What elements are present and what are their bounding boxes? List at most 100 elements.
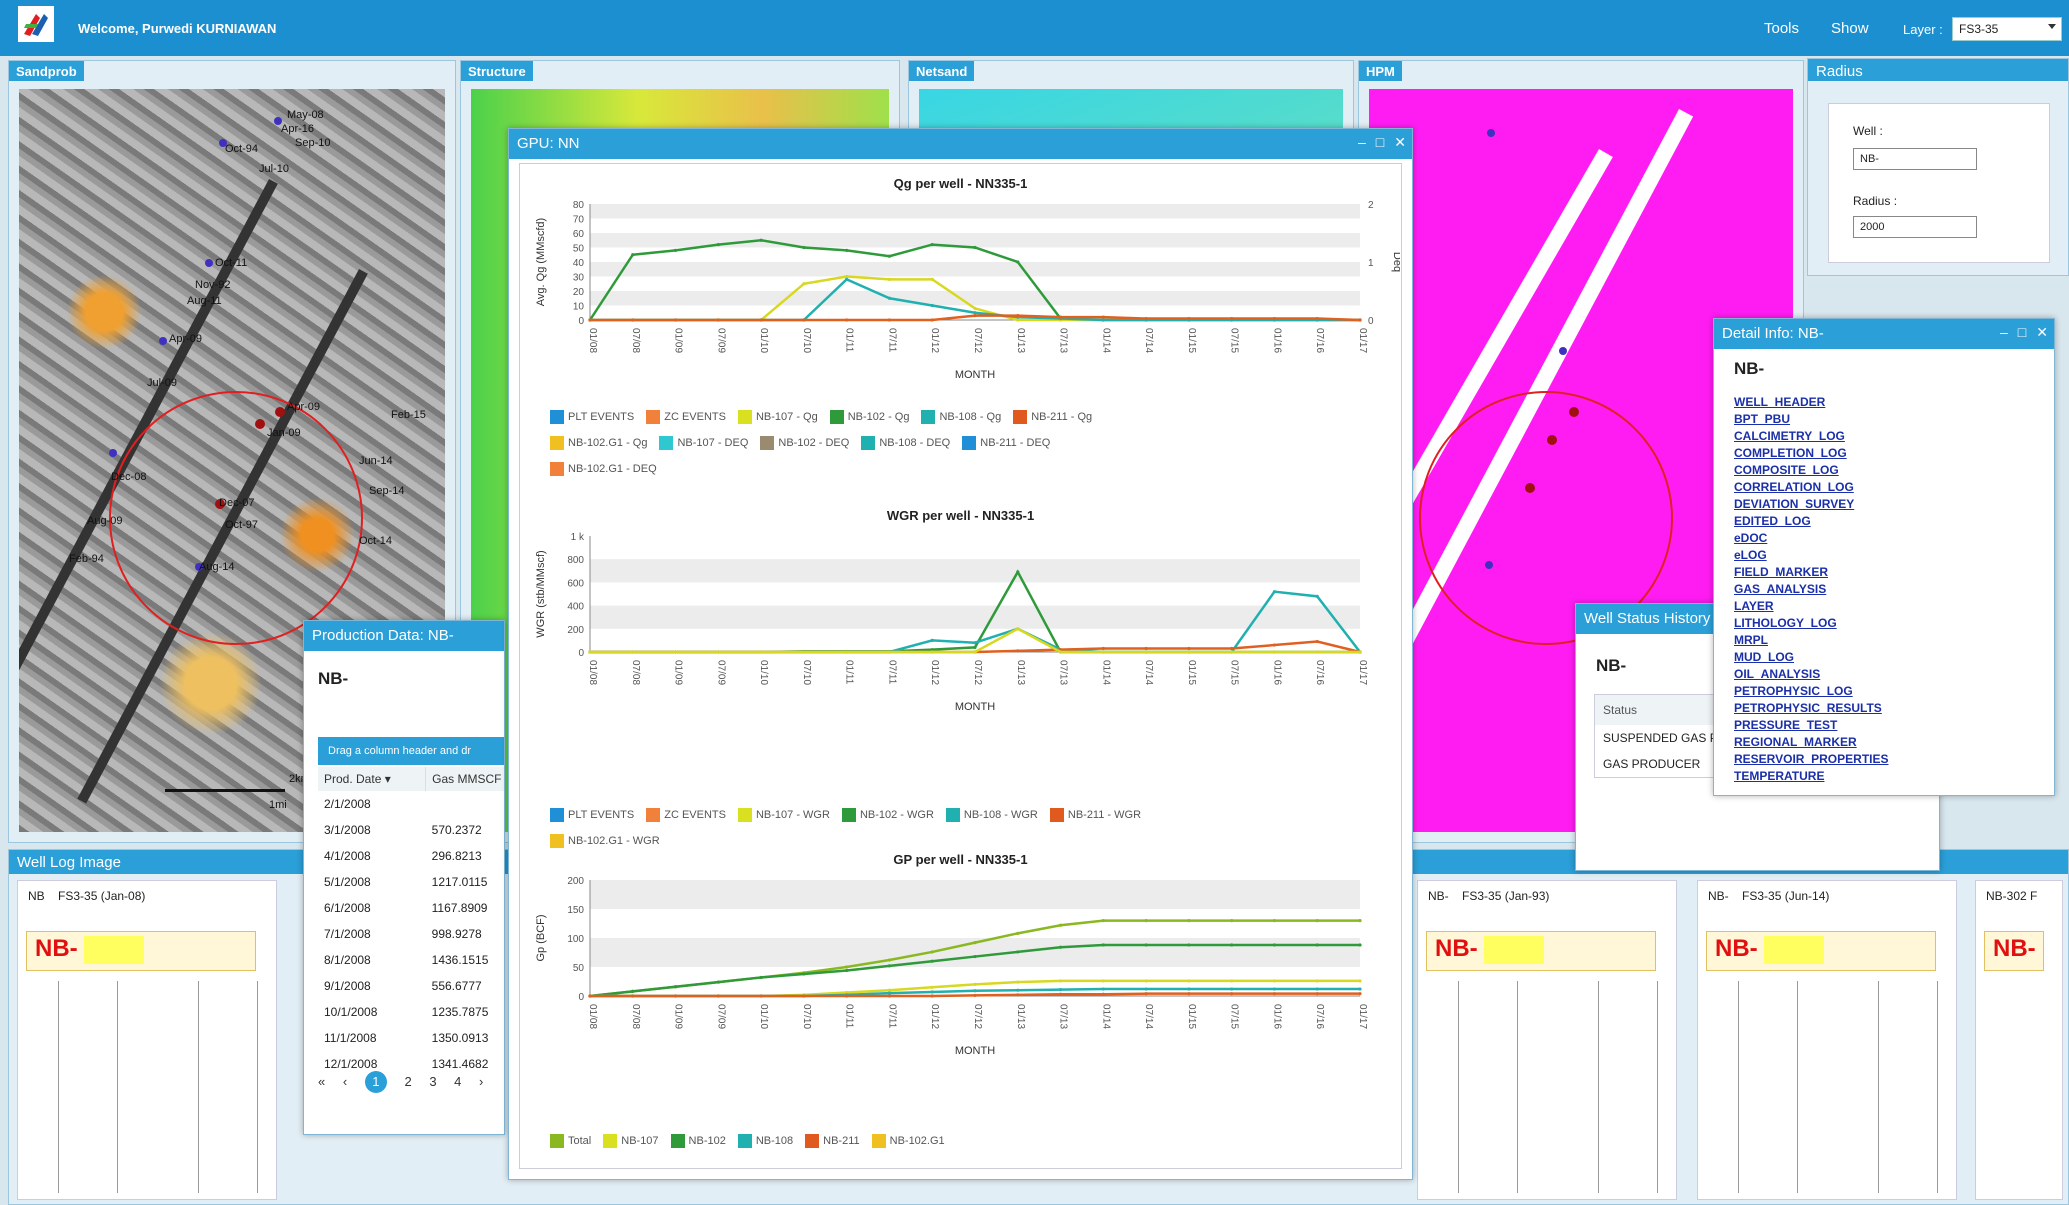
detail-link[interactable]: eDOC — [1734, 531, 1889, 548]
well-marker[interactable] — [1569, 407, 1579, 417]
minimize-icon[interactable]: – — [2000, 324, 2008, 340]
legend-item[interactable]: NB-108 — [737, 1134, 793, 1148]
table-row[interactable]: 5/1/2008 1217.0115 — [318, 869, 504, 895]
production-title[interactable]: Production Data: NB- — [304, 621, 504, 651]
legend-label: PLT EVENTS — [568, 410, 635, 423]
detail-link[interactable]: TEMPERATURE — [1734, 769, 1889, 786]
detail-link[interactable]: PETROPHYSIC_LOG — [1734, 684, 1889, 701]
page-3[interactable]: 3 — [429, 1074, 436, 1089]
close-icon[interactable]: ✕ — [2036, 324, 2048, 340]
table-row[interactable]: 6/1/2008 1167.8909 — [318, 895, 504, 921]
legend-item[interactable]: NB-108 - WGR — [945, 808, 1038, 822]
detail-link[interactable]: eLOG — [1734, 548, 1889, 565]
detail-link[interactable]: MRPL — [1734, 633, 1889, 650]
detail-info-title-bar[interactable]: Detail Info: NB- – □ ✕ — [1714, 319, 2054, 349]
legend-item[interactable]: NB-102 - Qg — [829, 410, 909, 424]
well-marker[interactable] — [205, 259, 213, 267]
legend-item[interactable]: NB-102.G1 - DEQ — [550, 462, 657, 476]
page-2[interactable]: 2 — [404, 1074, 411, 1089]
table-row[interactable]: 10/1/2008 1235.7875 — [318, 999, 504, 1025]
column-header-gas[interactable]: Gas MMSCF — [425, 767, 504, 791]
page-1[interactable]: 1 — [364, 1071, 387, 1093]
detail-link[interactable]: WELL_HEADER — [1734, 395, 1889, 412]
legend-item[interactable]: NB-211 - WGR — [1049, 808, 1141, 822]
detail-link[interactable]: RESERVOIR_PROPERTIES — [1734, 752, 1889, 769]
detail-link[interactable]: REGIONAL_MARKER — [1734, 735, 1889, 752]
well-marker[interactable] — [109, 449, 117, 457]
legend-item[interactable]: NB-211 - Qg — [1013, 410, 1092, 424]
legend-item[interactable]: NB-107 - DEQ — [659, 436, 748, 450]
detail-link[interactable]: CORRELATION_LOG — [1734, 480, 1889, 497]
well-select[interactable]: NB- — [1853, 148, 1977, 170]
legend-item[interactable]: NB-102.G1 - Qg — [550, 436, 647, 450]
detail-link[interactable]: LAYER — [1734, 599, 1889, 616]
legend-item[interactable]: PLT EVENTS — [550, 410, 634, 424]
detail-link[interactable]: OIL_ANALYSIS — [1734, 667, 1889, 684]
detail-link[interactable]: GAS_ANALYSIS — [1734, 582, 1889, 599]
log-card[interactable]: NB-302 F NB- — [1975, 880, 2063, 1200]
group-panel[interactable]: Drag a column header and dr — [318, 737, 504, 765]
log-card[interactable]: NB FS3-35 (Jan-08) NB- — [17, 880, 277, 1200]
filter-icon[interactable]: ▾ — [385, 772, 391, 786]
table-row[interactable]: 3/1/2008 570.2372 — [318, 817, 504, 843]
detail-link[interactable]: PETROPHYSIC_RESULTS — [1734, 701, 1889, 718]
detail-link[interactable]: LITHOLOGY_LOG — [1734, 616, 1889, 633]
well-marker[interactable] — [159, 337, 167, 345]
table-row[interactable]: 11/1/2008 1350.0913 — [318, 1025, 504, 1051]
column-header-date[interactable]: Prod. Date ▾ — [318, 767, 427, 791]
table-row[interactable]: 2/1/2008 — [318, 791, 504, 817]
legend-item[interactable]: NB-211 — [805, 1134, 860, 1148]
table-row[interactable]: 7/1/2008 998.9278 — [318, 921, 504, 947]
legend-item[interactable]: NB-107 - Qg — [737, 410, 818, 424]
detail-link[interactable]: DEVIATION_SURVEY — [1734, 497, 1889, 514]
gpu-title-bar[interactable]: GPU: NN – □ ✕ — [509, 129, 1412, 159]
detail-link[interactable]: PRESSURE_TEST — [1734, 718, 1889, 735]
first-page-icon[interactable]: « — [318, 1074, 325, 1089]
legend-item[interactable]: NB-102.G1 - WGR — [550, 834, 660, 848]
well-marker[interactable] — [1547, 435, 1557, 445]
detail-link[interactable]: FIELD_MARKER — [1734, 565, 1889, 582]
well-marker[interactable] — [1559, 347, 1567, 355]
legend-item[interactable]: NB-107 — [603, 1134, 659, 1148]
detail-link[interactable]: COMPLETION_LOG — [1734, 446, 1889, 463]
table-row[interactable]: 8/1/2008 1436.1515 — [318, 947, 504, 973]
radius-input[interactable]: 2000 — [1853, 216, 1977, 238]
log-card[interactable]: NB- FS3-35 (Jun-14) NB- — [1697, 880, 1957, 1200]
log-card[interactable]: NB- FS3-35 (Jan-93) NB- — [1417, 880, 1677, 1200]
detail-link[interactable]: CALCIMETRY_LOG — [1734, 429, 1889, 446]
legend-item[interactable]: ZC EVENTS — [646, 410, 726, 424]
legend-item[interactable]: NB-211 - DEQ — [962, 436, 1050, 450]
legend-label: NB-102.G1 - DEQ — [568, 462, 657, 475]
legend-item[interactable]: ZC EVENTS — [646, 808, 726, 822]
menu-tools[interactable]: Tools — [1764, 20, 1799, 37]
legend-item[interactable]: NB-102 — [670, 1134, 726, 1148]
page-4[interactable]: 4 — [454, 1074, 461, 1089]
legend-item[interactable]: NB-102.G1 — [871, 1134, 945, 1148]
legend-item[interactable]: Total — [550, 1134, 591, 1148]
legend-item[interactable]: PLT EVENTS — [550, 808, 634, 822]
detail-link[interactable]: COMPOSITE_LOG — [1734, 463, 1889, 480]
menu-show[interactable]: Show — [1831, 20, 1869, 37]
detail-link[interactable]: MUD_LOG — [1734, 650, 1889, 667]
minimize-icon[interactable]: – — [1358, 134, 1366, 150]
legend-item[interactable]: NB-102 - DEQ — [760, 436, 849, 450]
legend-item[interactable]: NB-108 - DEQ — [861, 436, 950, 450]
legend-item[interactable]: NB-107 - WGR — [737, 808, 830, 822]
close-icon[interactable]: ✕ — [1394, 134, 1406, 150]
well-marker[interactable] — [1485, 561, 1493, 569]
legend-item[interactable]: NB-108 - Qg — [921, 410, 1001, 424]
well-marker[interactable] — [275, 407, 285, 417]
legend-item[interactable]: NB-102 - WGR — [841, 808, 934, 822]
table-row[interactable]: 9/1/2008 556.6777 — [318, 973, 504, 999]
detail-link[interactable]: EDITED_LOG — [1734, 514, 1889, 531]
maximize-icon[interactable]: □ — [1376, 134, 1384, 150]
well-marker[interactable] — [255, 419, 265, 429]
detail-link[interactable]: BPT_PBU — [1734, 412, 1889, 429]
table-row[interactable]: 4/1/2008 296.8213 — [318, 843, 504, 869]
well-marker[interactable] — [1487, 129, 1495, 137]
layer-select[interactable]: FS3-35 — [1952, 17, 2062, 41]
next-page-icon[interactable]: › — [479, 1074, 483, 1089]
well-marker[interactable] — [1525, 483, 1535, 493]
prev-page-icon[interactable]: ‹ — [343, 1074, 347, 1089]
maximize-icon[interactable]: □ — [2018, 324, 2026, 340]
